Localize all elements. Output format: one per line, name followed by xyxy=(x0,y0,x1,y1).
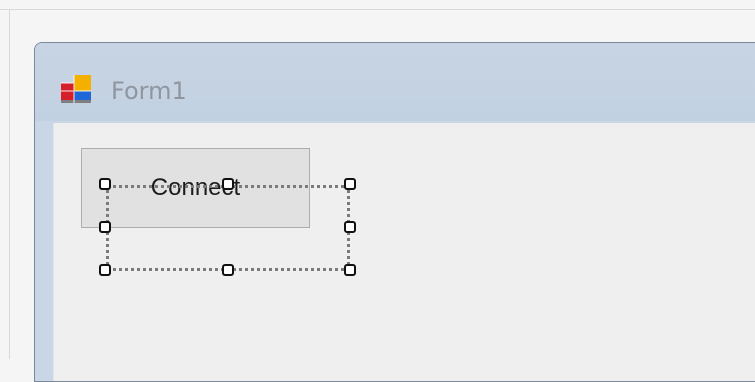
top-left-resize-handle[interactable] xyxy=(99,178,111,190)
top-right-resize-handle[interactable] xyxy=(344,178,356,190)
bottom-left-resize-handle[interactable] xyxy=(99,264,111,276)
middle-left-resize-handle[interactable] xyxy=(99,221,111,233)
form-title: Form1 xyxy=(111,77,187,105)
form-title-bar[interactable]: Form1 xyxy=(35,43,755,121)
designer-top-edge xyxy=(0,9,755,10)
bottom-center-resize-handle[interactable] xyxy=(222,264,234,276)
connect-button[interactable]: Connect xyxy=(81,148,310,228)
designer-left-edge xyxy=(9,9,10,359)
bottom-right-resize-handle[interactable] xyxy=(344,264,356,276)
middle-right-resize-handle[interactable] xyxy=(344,221,356,233)
top-center-resize-handle[interactable] xyxy=(222,178,234,190)
designer-surface[interactable]: Form1 Connect xyxy=(0,0,755,382)
form-app-icon xyxy=(61,75,91,103)
